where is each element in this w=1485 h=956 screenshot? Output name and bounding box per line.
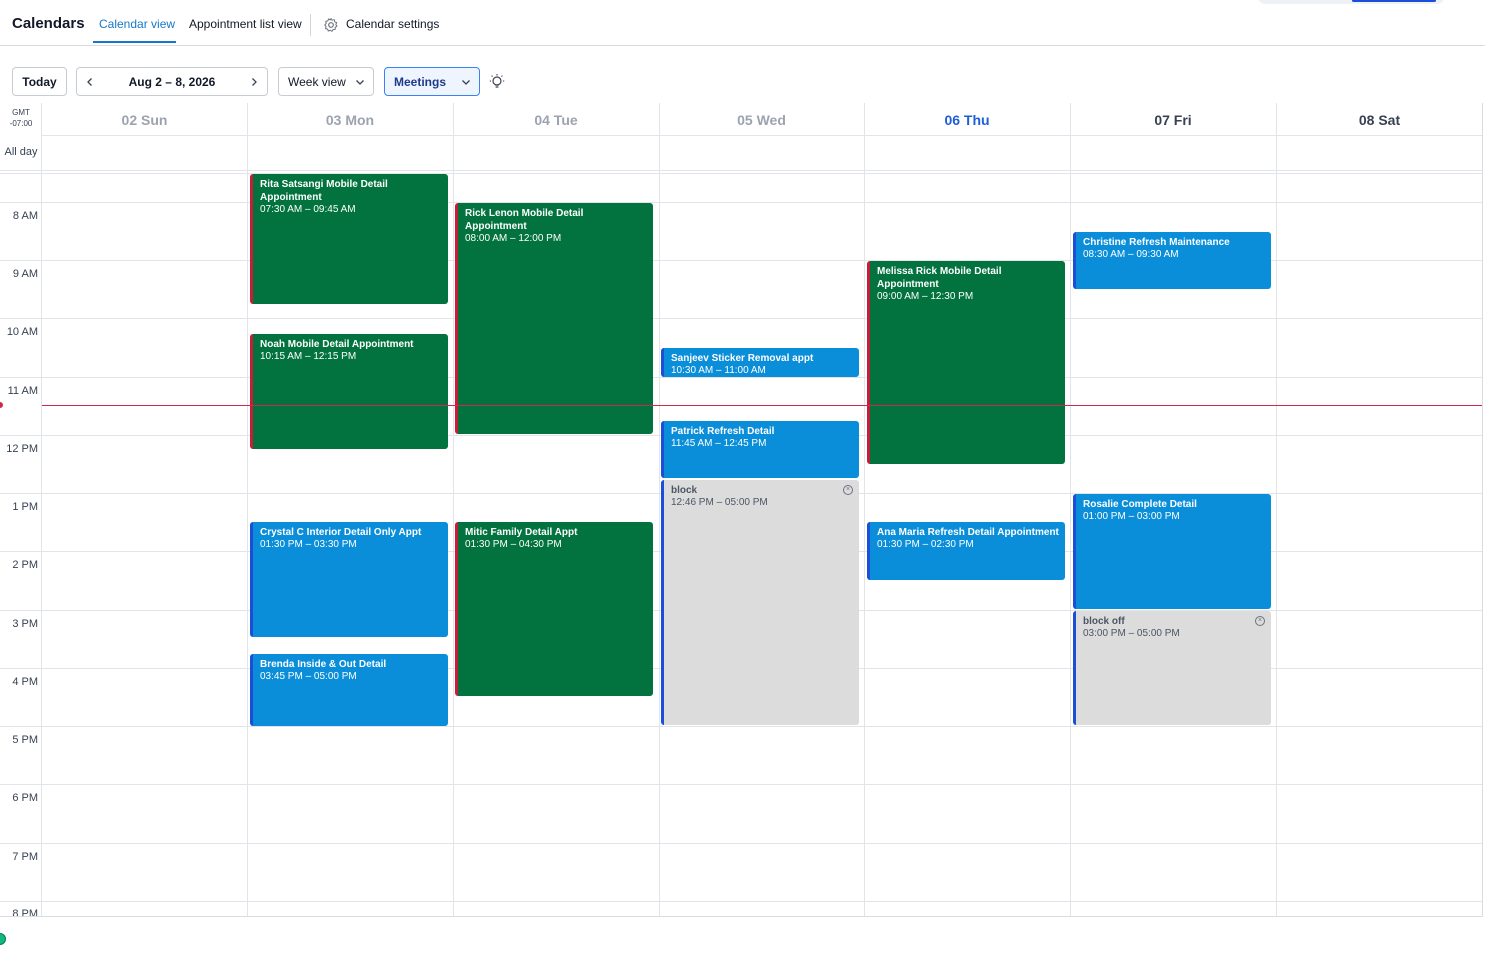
day-column-divider xyxy=(1276,103,1277,916)
event-card[interactable]: Rick Lenon Mobile Detail Appointment 08:0… xyxy=(455,203,653,434)
hour-label: 12 PM xyxy=(6,443,38,455)
chevron-left-icon xyxy=(87,77,92,86)
hour-label: 1 PM xyxy=(12,501,38,513)
calendar-select[interactable]: Meetings xyxy=(384,67,480,96)
tab-divider xyxy=(310,14,311,36)
hour-label: 11 AM xyxy=(7,385,38,397)
day-column-divider xyxy=(247,103,248,916)
page-title: Calendars xyxy=(12,15,85,32)
tab-calendar-view[interactable]: Calendar view xyxy=(99,17,175,31)
hour-line xyxy=(0,784,1482,785)
calendar-settings-link[interactable]: Calendar settings xyxy=(346,17,439,31)
status-dot[interactable] xyxy=(0,933,6,945)
hour-label: 6 PM xyxy=(12,792,38,804)
hour-label: 7 PM xyxy=(12,851,38,863)
date-navigator: Aug 2 – 8, 2026 xyxy=(76,67,268,96)
hour-line xyxy=(0,843,1482,844)
day-header-mon[interactable]: 03 Mon xyxy=(247,103,453,136)
timezone-label: GMT -07:00 xyxy=(9,108,33,128)
event-card[interactable]: Crystal C Interior Detail Only Appt 01:30… xyxy=(250,522,448,637)
header-divider xyxy=(42,135,1482,136)
event-card[interactable]: Brenda Inside & Out Detail 03:45 PM – 05:… xyxy=(250,654,448,726)
day-column-divider xyxy=(659,103,660,916)
event-card[interactable]: Rosalie Complete Detail 01:00 PM – 03:00 … xyxy=(1073,494,1271,609)
day-header-sun[interactable]: 02 Sun xyxy=(42,103,247,136)
event-card[interactable]: Melissa Rick Mobile Detail Appointment 09… xyxy=(867,261,1065,464)
day-header-thu[interactable]: 06 Thu xyxy=(864,103,1070,136)
next-week-button[interactable] xyxy=(241,68,267,95)
today-button[interactable]: Today xyxy=(12,67,67,96)
allday-label: All day xyxy=(4,146,38,158)
hour-label: 4 PM xyxy=(12,676,38,688)
event-card[interactable]: Christine Refresh Maintenance 08:30 AM – … xyxy=(1073,232,1271,289)
time-column-divider xyxy=(41,103,42,916)
day-header-wed[interactable]: 05 Wed xyxy=(659,103,864,136)
chevron-down-icon xyxy=(356,80,364,85)
current-time-line xyxy=(42,405,1482,406)
calendar-grid: GMT -07:00 All day 02 Sun 03 Mon 04 Tue 0… xyxy=(0,103,1483,917)
hour-label: 10 AM xyxy=(6,326,38,338)
day-column-divider xyxy=(453,103,454,916)
event-card[interactable]: Patrick Refresh Detail 11:45 AM – 12:45 P… xyxy=(661,421,859,478)
chevron-right-icon xyxy=(252,77,257,86)
block-event[interactable]: block 12:46 PM – 05:00 PM × xyxy=(661,480,859,725)
hour-label: 3 PM xyxy=(12,618,38,630)
day-header-tue[interactable]: 04 Tue xyxy=(453,103,659,136)
hour-label: 8 PM xyxy=(12,908,38,917)
allday-divider xyxy=(0,173,1482,174)
event-card[interactable]: Sanjeev Sticker Removal appt 10:30 AM – 1… xyxy=(661,348,859,377)
top-bar: Calendars Calendar view Appointment list… xyxy=(0,0,1485,46)
gear-icon[interactable] xyxy=(323,17,339,33)
block-event[interactable]: block off 03:00 PM – 05:00 PM × xyxy=(1073,611,1271,725)
tab-appointment-list-view[interactable]: Appointment list view xyxy=(189,17,302,31)
event-card[interactable]: Noah Mobile Detail Appointment 10:15 AM –… xyxy=(250,334,448,449)
hour-line xyxy=(0,318,1482,319)
close-icon[interactable]: × xyxy=(843,485,853,495)
day-column-divider xyxy=(864,103,865,916)
event-card[interactable]: Rita Satsangi Mobile Detail Appointment 0… xyxy=(250,174,448,304)
prev-week-button[interactable] xyxy=(77,68,103,95)
hour-line xyxy=(0,377,1482,378)
event-card[interactable]: Ana Maria Refresh Detail Appointment 01:3… xyxy=(867,522,1065,580)
day-column-divider xyxy=(1070,103,1071,916)
hour-label: 5 PM xyxy=(12,734,38,746)
current-time-indicator xyxy=(0,402,3,408)
chevron-down-icon xyxy=(462,80,470,85)
day-header-sat[interactable]: 08 Sat xyxy=(1276,103,1482,136)
hour-label: 2 PM xyxy=(12,559,38,571)
active-tab-indicator xyxy=(93,41,176,43)
event-card[interactable]: Mitic Family Detail Appt 01:30 PM – 04:30… xyxy=(455,522,653,696)
hour-line xyxy=(0,901,1482,902)
hour-line xyxy=(0,202,1482,203)
day-header-fri[interactable]: 07 Fri xyxy=(1070,103,1276,136)
hour-line xyxy=(0,726,1482,727)
close-icon[interactable]: × xyxy=(1255,616,1265,626)
date-range-label[interactable]: Aug 2 – 8, 2026 xyxy=(103,75,241,89)
hour-label: 9 AM xyxy=(12,268,38,280)
view-select[interactable]: Week view xyxy=(278,67,374,96)
top-right-control[interactable] xyxy=(1258,0,1444,4)
lightbulb-icon[interactable] xyxy=(489,73,505,90)
hour-label: 8 AM xyxy=(12,210,38,222)
calendar-select-value: Meetings xyxy=(394,74,447,89)
view-select-value: Week view xyxy=(288,74,346,89)
allday-divider xyxy=(0,170,1482,171)
